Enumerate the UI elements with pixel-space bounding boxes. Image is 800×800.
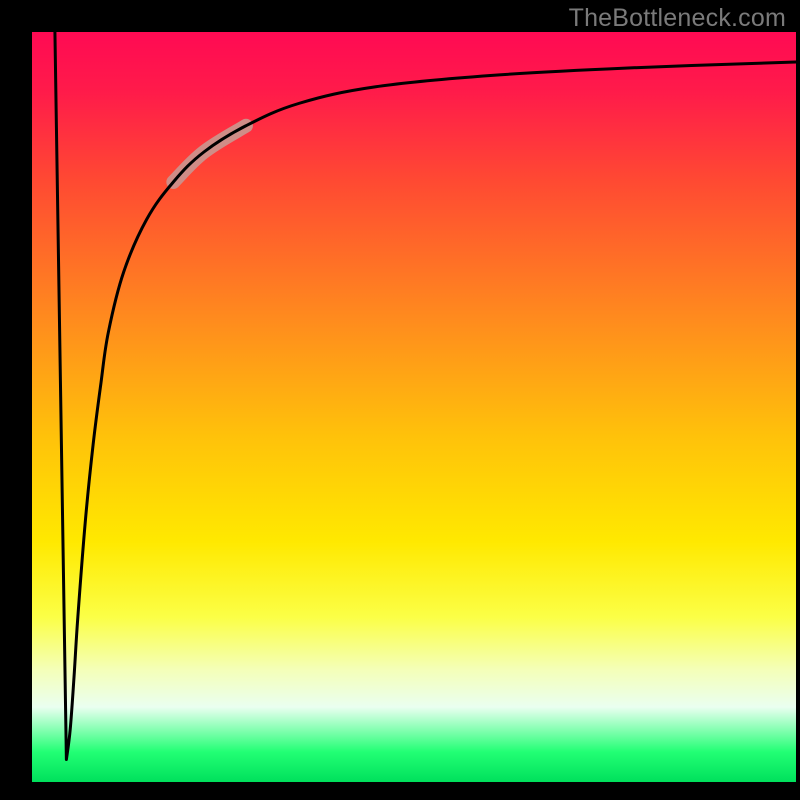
plot-background: [32, 32, 796, 782]
left-border: [0, 0, 32, 800]
bottleneck-chart: [0, 0, 800, 800]
watermark-text: TheBottleneck.com: [569, 4, 786, 33]
chart-container: TheBottleneck.com: [0, 0, 800, 800]
bottom-border: [0, 782, 800, 800]
